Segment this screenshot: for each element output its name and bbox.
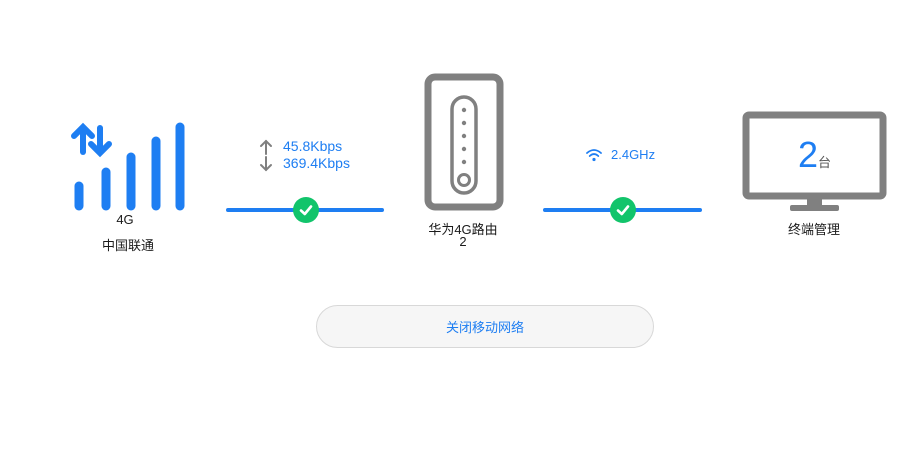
network-type: 4G (116, 212, 134, 227)
carrier-name: 中国联通 (101, 238, 154, 253)
close-mobile-network-button[interactable]: 关闭移动网络 (316, 305, 654, 348)
check-icon-wifi (610, 197, 636, 223)
cellular-signal-icon (71, 122, 185, 211)
upload-speed: 45.8Kbps (283, 138, 343, 154)
device-count: 2 (797, 134, 818, 175)
router-icon[interactable] (424, 73, 504, 211)
download-arrow-icon (260, 156, 272, 172)
wifi-band: 2.4GHz (611, 147, 656, 162)
wifi-icon (586, 149, 602, 162)
device-management-button[interactable]: 2台 (742, 111, 887, 212)
device-count-unit: 台 (818, 155, 832, 170)
download-speed: 369.4Kbps (283, 155, 350, 171)
router-name-suffix: 2 (459, 234, 467, 249)
device-management-label: 终端管理 (787, 222, 840, 237)
check-icon-internet (293, 197, 319, 223)
device-count-wrap: 2台 (742, 135, 887, 175)
upload-arrow-icon (260, 139, 272, 155)
